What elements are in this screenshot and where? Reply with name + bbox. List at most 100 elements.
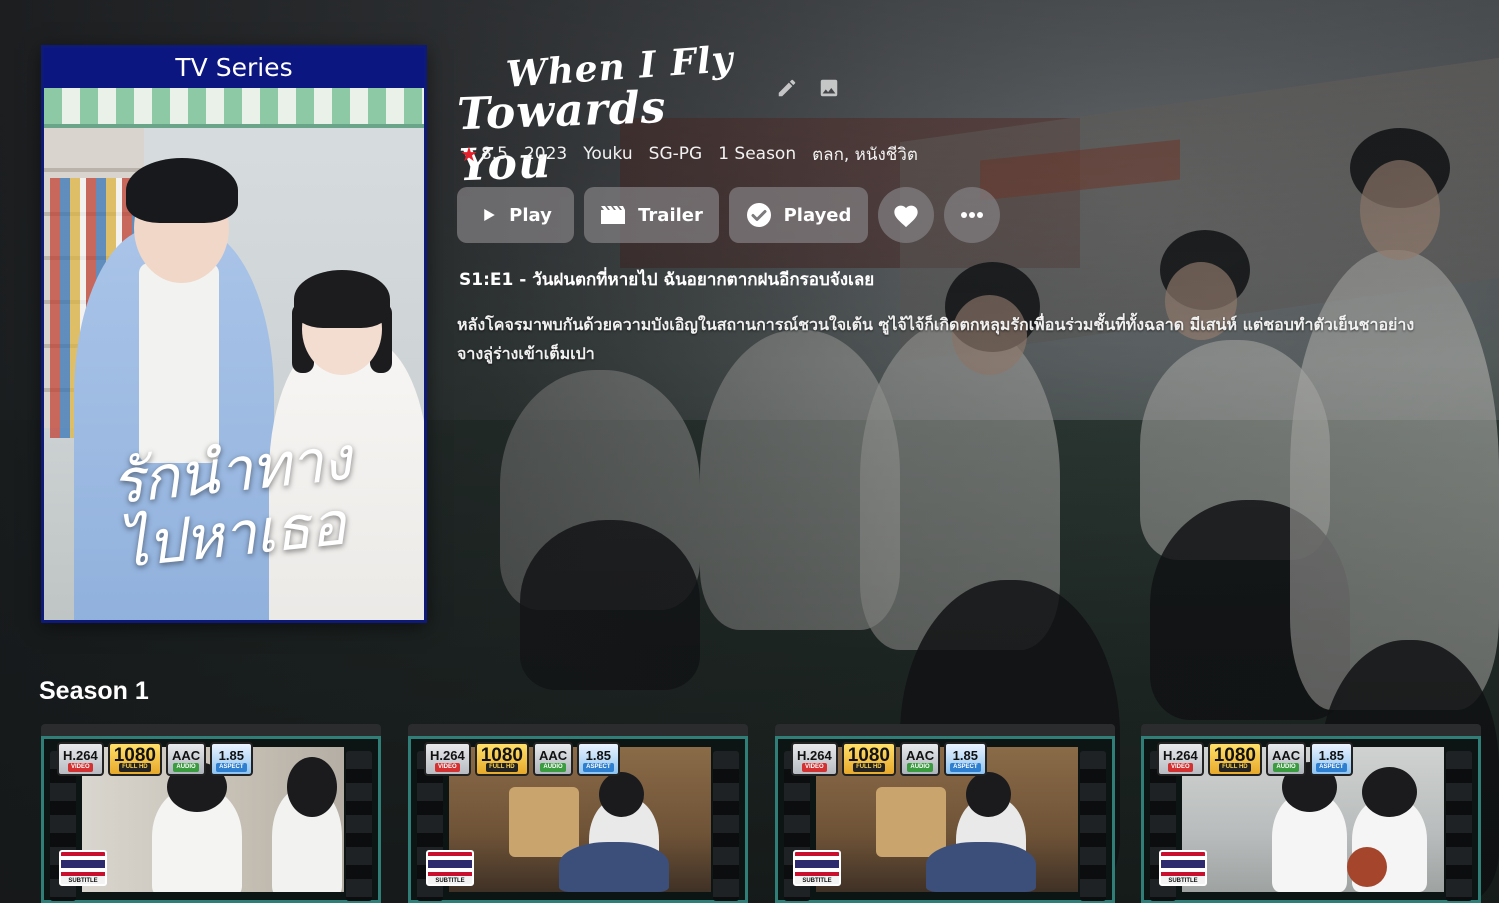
aspect-badge-sub: ASPECT [950, 762, 981, 772]
episode-list: H.264 VIDEO 1080 FULL HD AAC AUDIO 1.85 ASPE… [41, 724, 1481, 903]
codec-badge-text: H.264 [1163, 747, 1198, 763]
flag-stripes [1161, 852, 1205, 876]
trailer-label: Trailer [638, 204, 703, 226]
trailer-button[interactable]: Trailer [584, 187, 719, 243]
film-sprocket [346, 751, 372, 901]
codec-badge-sub: VIDEO [802, 762, 827, 772]
resolution-badge-sub: FULL HD [119, 762, 151, 772]
aspect-badge-text: 1.85 [952, 747, 978, 763]
episode-card[interactable]: H.264 VIDEO 1080 FULL HD AAC AUDIO 1.85 ASPE… [41, 724, 381, 903]
play-label: Play [509, 204, 552, 226]
media-badges: H.264 VIDEO 1080 FULL HD AAC AUDIO 1.85 ASPE… [1157, 742, 1357, 776]
genres: ตลก, หนังชีวิต [812, 144, 918, 165]
audio-badge-text: AAC [538, 747, 568, 763]
film-sprocket [1446, 751, 1472, 901]
audio-badge: AAC AUDIO [899, 742, 941, 776]
codec-badge: H.264 VIDEO [1157, 742, 1204, 776]
codec-badge-sub: VIDEO [435, 762, 460, 772]
episode-card[interactable]: H.264 VIDEO 1080 FULL HD AAC AUDIO 1.85 ASPE… [775, 724, 1115, 903]
aspect-badge: 1.85 ASPECT [944, 742, 987, 776]
aspect-badge: 1.85 ASPECT [210, 742, 253, 776]
edit-icon[interactable] [776, 77, 798, 99]
series-logo: When I Fly Towards You [456, 38, 758, 191]
next-up-episode-title[interactable]: S1:E1 - วันฝนตกที่หายไป ฉันอยากตากฝนอีกร… [459, 266, 874, 293]
codec-badge-sub: VIDEO [68, 762, 93, 772]
poster[interactable]: TV Series รักนำทางไปหาเธอ [41, 45, 427, 623]
poster-boy-hair [126, 158, 238, 223]
star-icon: ★ [460, 142, 478, 166]
audio-badge-text: AAC [905, 747, 935, 763]
poster-boy-tee [139, 263, 219, 463]
audio-badge: AAC AUDIO [1265, 742, 1307, 776]
resolution-badge-sub: FULL HD [486, 762, 518, 772]
audio-badge-sub: AUDIO [907, 762, 933, 772]
film-sprocket [1080, 751, 1106, 901]
overview-text: หลังโคจรมาพบกันด้วยความบังเอิญในสถานการณ… [457, 315, 1415, 363]
aspect-badge: 1.85 ASPECT [577, 742, 620, 776]
audio-badge-sub: AUDIO [173, 762, 199, 772]
media-badges: H.264 VIDEO 1080 FULL HD AAC AUDIO 1.85 ASPE… [791, 742, 991, 776]
audio-badge: AAC AUDIO [165, 742, 207, 776]
thumb-figure-legs [559, 842, 669, 892]
subtitle-badge-text: SUBTITLE [1161, 876, 1205, 884]
codec-badge-text: H.264 [797, 747, 832, 763]
resolution-badge: 1080 FULL HD [107, 742, 162, 776]
resolution-badge: 1080 FULL HD [841, 742, 896, 776]
codec-badge: H.264 VIDEO [791, 742, 838, 776]
episode-card[interactable]: H.264 VIDEO 1080 FULL HD AAC AUDIO 1.85 ASPE… [1141, 724, 1481, 903]
action-buttons: Play Trailer Played [457, 187, 1010, 243]
resolution-badge-text: 1080 [847, 744, 890, 766]
season-heading[interactable]: Season 1 [39, 677, 149, 706]
codec-badge-sub: VIDEO [1168, 762, 1193, 772]
aspect-badge-text: 1.85 [218, 747, 244, 763]
thai-subtitle-flag-icon: SUBTITLE [1159, 850, 1207, 886]
favorite-button[interactable] [878, 187, 934, 243]
film-sprocket [713, 751, 739, 901]
resolution-badge-text: 1080 [1213, 744, 1256, 766]
played-button[interactable]: Played [729, 187, 868, 243]
poster-title-art: รักนำทางไปหาเธอ [107, 423, 354, 583]
thumb-basketball [1347, 847, 1387, 887]
episode-card[interactable]: H.264 VIDEO 1080 FULL HD AAC AUDIO 1.85 ASPE… [408, 724, 748, 903]
aspect-badge-sub: ASPECT [1316, 762, 1347, 772]
audio-badge: AAC AUDIO [532, 742, 574, 776]
thumb-figure-hair [599, 772, 644, 817]
clapperboard-icon [601, 206, 626, 224]
aspect-badge-sub: ASPECT [583, 762, 614, 772]
rating-value: 8.5 [480, 144, 508, 164]
thumb-figure-legs [926, 842, 1036, 892]
thumb-figure-hair [966, 772, 1011, 817]
thumb-box [509, 787, 579, 857]
production-year: 2023 [523, 144, 568, 164]
season-count: 1 Season [718, 144, 797, 164]
thumb-box [876, 787, 946, 857]
resolution-badge-text: 1080 [480, 744, 523, 766]
aspect-badge-text: 1.85 [585, 747, 611, 763]
aspect-badge: 1.85 ASPECT [1310, 742, 1353, 776]
play-icon [484, 209, 495, 221]
audio-badge-sub: AUDIO [540, 762, 566, 772]
resolution-badge-sub: FULL HD [853, 762, 885, 772]
thai-subtitle-flag-icon: SUBTITLE [59, 850, 107, 886]
resolution-badge-text: 1080 [113, 744, 156, 766]
more-options-button[interactable] [944, 187, 1000, 243]
studio: Youku [583, 144, 633, 164]
flag-stripes [61, 852, 105, 876]
media-badges: H.264 VIDEO 1080 FULL HD AAC AUDIO 1.85 ASPE… [424, 742, 624, 776]
content-rating: SG-PG [648, 144, 703, 164]
codec-badge-text: H.264 [430, 747, 465, 763]
codec-badge-text: H.264 [63, 747, 98, 763]
image-edit-icon[interactable] [818, 77, 840, 99]
thai-subtitle-flag-icon: SUBTITLE [793, 850, 841, 886]
more-icon [961, 212, 983, 218]
poster-girl-hair [294, 270, 390, 328]
thai-subtitle-flag-icon: SUBTITLE [426, 850, 474, 886]
poster-awning [44, 88, 424, 128]
play-button[interactable]: Play [457, 187, 574, 243]
resolution-badge: 1080 FULL HD [1207, 742, 1262, 776]
subtitle-badge-text: SUBTITLE [795, 876, 839, 884]
poster-art: รักนำทางไปหาเธอ [44, 88, 424, 620]
poster-type-banner: TV Series [44, 48, 424, 88]
flag-stripes [795, 852, 839, 876]
thumb-figure-hair [287, 757, 337, 817]
